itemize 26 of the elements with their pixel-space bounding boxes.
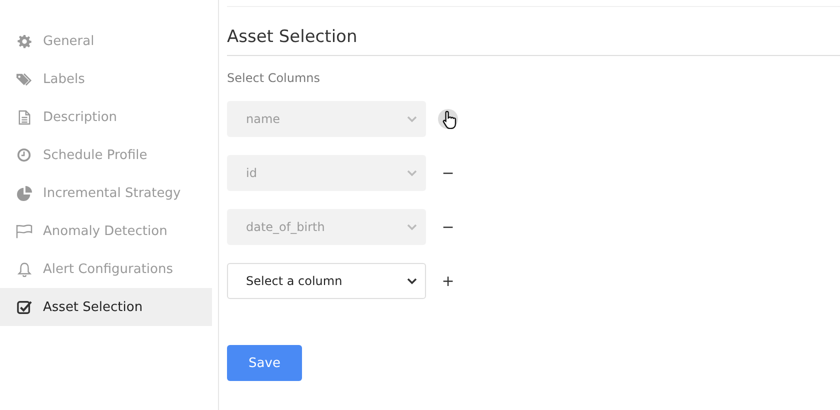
checkbox-icon — [16, 300, 32, 314]
row-action-button[interactable]: + — [438, 271, 458, 291]
sidebar-item[interactable]: Description — [0, 98, 212, 136]
chevron-icon — [407, 224, 417, 230]
sidebar-item[interactable]: General — [0, 22, 212, 60]
bell-icon — [16, 262, 32, 276]
page-title: Asset Selection — [227, 27, 840, 56]
pie-icon — [16, 186, 32, 200]
sidebar-item[interactable]: Asset Selection — [0, 288, 212, 326]
sidebar-item[interactable]: Incremental Strategy — [0, 174, 212, 212]
hand-cursor-icon — [442, 110, 458, 129]
save-button[interactable]: Save — [227, 345, 302, 381]
column-select[interactable]: Select a column — [227, 263, 426, 299]
sidebar-item[interactable]: Alert Configurations — [0, 250, 212, 288]
sidebar-item[interactable]: Labels — [0, 60, 212, 98]
sidebar-item[interactable]: Schedule Profile — [0, 136, 212, 174]
chevron-icon — [407, 116, 417, 122]
tag-icon — [15, 72, 33, 86]
section-label: Select Columns — [227, 71, 320, 85]
sidebar-item[interactable]: Anomaly Detection — [0, 212, 212, 250]
chevron-icon — [407, 170, 417, 176]
chevron-icon — [407, 278, 417, 284]
clock-icon — [17, 148, 31, 162]
flag-icon — [15, 224, 33, 238]
gear-icon — [16, 34, 32, 48]
document-icon — [18, 110, 30, 124]
